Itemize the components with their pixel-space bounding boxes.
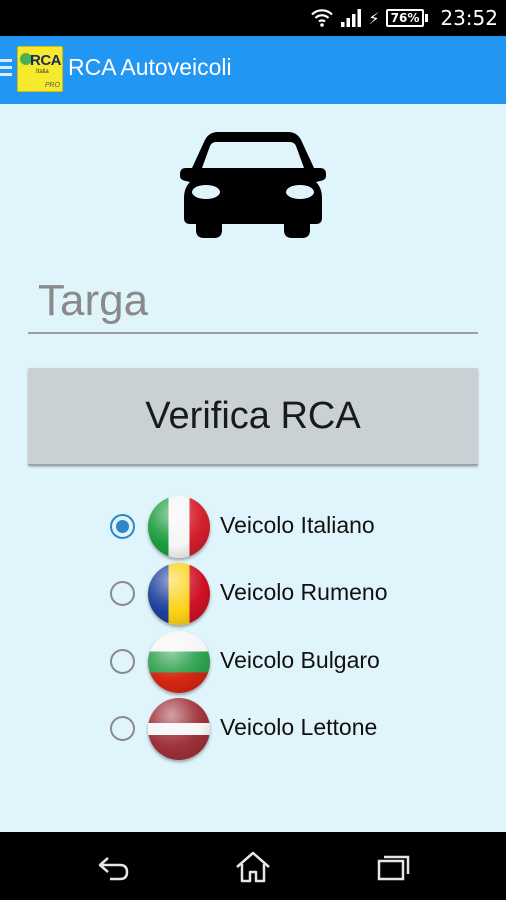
vehicle-option-latvian[interactable]: Veicolo Lettone bbox=[108, 697, 488, 761]
latvia-flag-icon bbox=[148, 698, 210, 760]
verify-button[interactable]: Verifica RCA bbox=[28, 368, 478, 466]
app-title: RCA Autoveicoli bbox=[68, 54, 232, 80]
app-logo[interactable]: RCA Italia PRO bbox=[17, 46, 63, 92]
logo-subtext: Italia bbox=[36, 69, 49, 75]
radio-button[interactable] bbox=[110, 716, 135, 741]
romania-flag-icon bbox=[148, 563, 210, 625]
vehicle-option-romanian[interactable]: Veicolo Rumeno bbox=[108, 562, 488, 626]
vehicle-option-label: Veicolo Italiano bbox=[220, 512, 375, 538]
radio-button[interactable] bbox=[110, 649, 135, 674]
plate-input[interactable] bbox=[28, 270, 478, 332]
italy-flag-icon bbox=[148, 496, 210, 558]
status-icons: ⚡ 76% 23:52 bbox=[310, 0, 498, 36]
wifi-icon bbox=[311, 9, 334, 27]
home-icon[interactable] bbox=[233, 850, 273, 884]
clock: 23:52 bbox=[440, 6, 498, 30]
logo-text: RCA bbox=[30, 52, 62, 69]
back-icon[interactable] bbox=[94, 850, 134, 884]
vehicle-option-bulgarian[interactable]: Veicolo Bulgaro bbox=[108, 630, 488, 694]
plate-field bbox=[28, 270, 478, 334]
signal-icon bbox=[341, 9, 362, 27]
vehicle-option-italian[interactable]: Veicolo Italiano bbox=[108, 495, 488, 559]
bulgaria-flag-icon bbox=[148, 631, 210, 693]
app-bar: RCA Italia PRO RCA Autoveicoli bbox=[0, 36, 506, 104]
navigation-bar bbox=[0, 832, 506, 900]
logo-badge: PRO bbox=[44, 82, 60, 89]
vehicle-option-label: Veicolo Bulgaro bbox=[220, 647, 380, 673]
battery-icon: 76% bbox=[385, 9, 429, 27]
car-icon bbox=[180, 132, 326, 238]
menu-icon[interactable] bbox=[0, 59, 12, 79]
vehicle-option-label: Veicolo Rumeno bbox=[220, 579, 388, 605]
radio-button-selected[interactable] bbox=[110, 514, 135, 539]
charging-icon: ⚡ bbox=[368, 8, 380, 28]
status-bar: ⚡ 76% 23:52 bbox=[0, 0, 506, 36]
vehicle-option-label: Veicolo Lettone bbox=[220, 714, 378, 740]
battery-level: 76% bbox=[385, 9, 425, 27]
recents-icon[interactable] bbox=[373, 850, 413, 884]
radio-button[interactable] bbox=[110, 581, 135, 606]
